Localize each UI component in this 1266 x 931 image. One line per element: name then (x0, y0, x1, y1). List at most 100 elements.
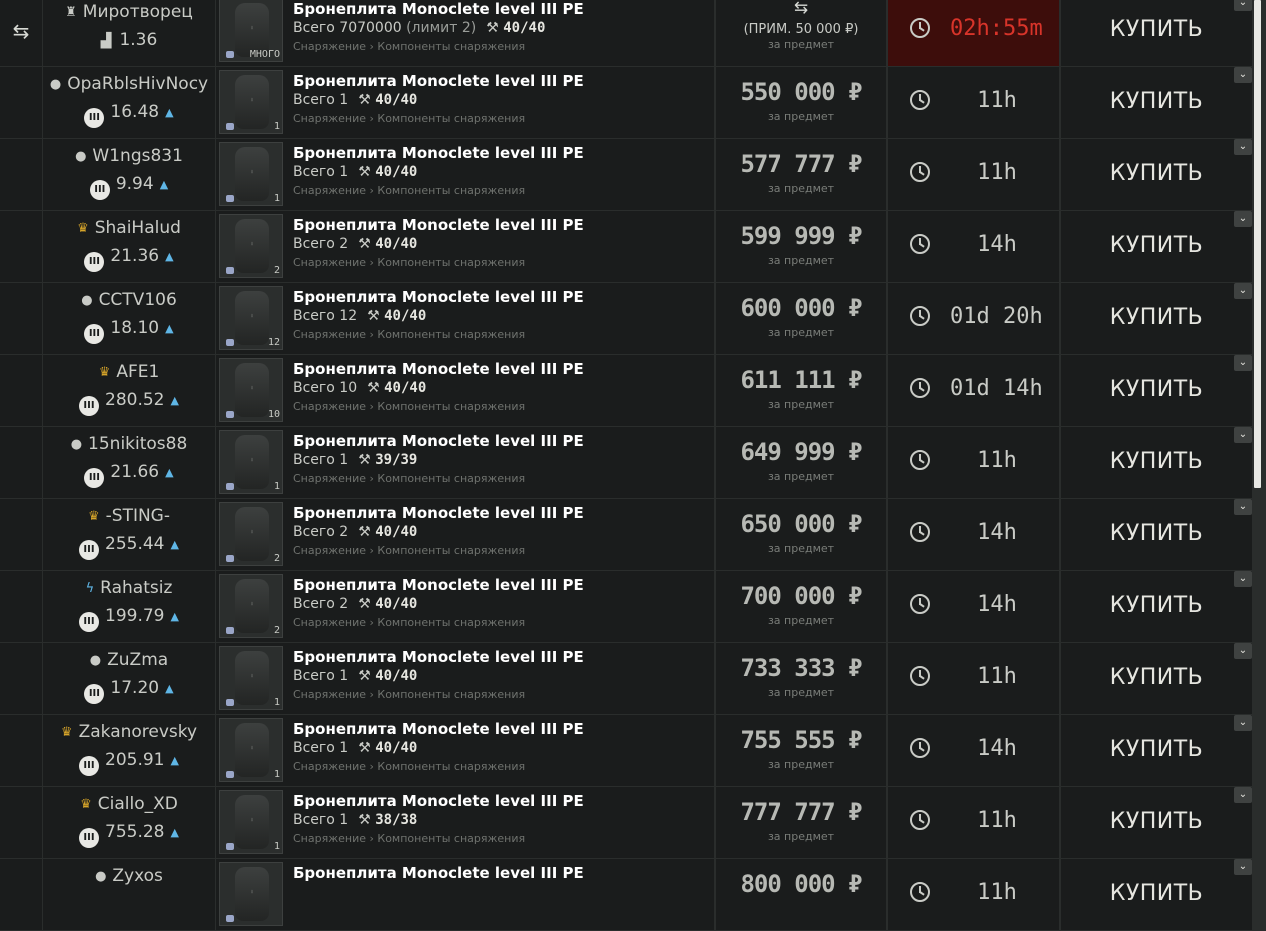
item-thumbnail[interactable]: ᛟ2 (219, 214, 283, 278)
buy-cell[interactable]: КУПИТЬ ⌄ (1061, 0, 1252, 66)
buy-cell[interactable]: КУПИТЬ ⌄ (1061, 499, 1252, 570)
item-thumbnail[interactable]: ᛟ1 (219, 790, 283, 854)
item-title[interactable]: Бронеплита Monoclete level III PE (293, 144, 584, 162)
buy-button[interactable]: КУПИТЬ (1061, 377, 1252, 402)
buy-button[interactable]: КУПИТЬ (1061, 809, 1252, 834)
buy-cell[interactable]: КУПИТЬ ⌄ (1061, 211, 1252, 282)
chevron-down-icon[interactable]: ⌄ (1234, 139, 1252, 155)
seller-name[interactable]: ♛ AFE1 (43, 362, 215, 382)
buy-button[interactable]: КУПИТЬ (1061, 665, 1252, 690)
seller-name[interactable]: ● OpaRblsHivNocy (43, 74, 215, 94)
buy-button[interactable]: КУПИТЬ (1061, 737, 1252, 762)
chevron-down-icon[interactable]: ⌄ (1234, 283, 1252, 299)
buy-cell[interactable]: КУПИТЬ ⌄ (1061, 571, 1252, 642)
seller-cell[interactable]: ● CCTV106 III 18.10 ▲ (43, 283, 215, 354)
item-cell[interactable]: ᛟ 1 Бронеплита Monoclete level III PE Всего… (216, 67, 714, 138)
seller-name[interactable]: ● CCTV106 (43, 290, 215, 310)
seller-cell[interactable]: ● OpaRblsHivNocy III 16.48 ▲ (43, 67, 215, 138)
item-cell[interactable]: ᛟ 1 Бронеплита Monoclete level III PE Всего… (216, 139, 714, 210)
seller-cell[interactable]: ♛ -STING- III 255.44 ▲ (43, 499, 215, 570)
buy-button[interactable]: КУПИТЬ (1061, 89, 1252, 114)
buy-cell[interactable]: КУПИТЬ ⌄ (1061, 427, 1252, 498)
scrollbar[interactable] (1254, 0, 1261, 488)
item-thumbnail[interactable]: ᛟ 12 (219, 286, 283, 350)
item-thumbnail[interactable]: ᛟ1 (219, 646, 283, 710)
item-title[interactable]: Бронеплита Monoclete level III PE (293, 0, 584, 18)
buy-button[interactable]: КУПИТЬ (1061, 449, 1252, 474)
item-cell[interactable]: ᛟ 1 Бронеплита Monoclete level III PE Всего… (216, 787, 714, 858)
buy-button[interactable]: КУПИТЬ (1061, 521, 1252, 546)
seller-name[interactable]: ● Zyxos (43, 866, 215, 886)
buy-cell[interactable]: КУПИТЬ ⌄ (1061, 139, 1252, 210)
item-thumbnail[interactable]: ᛟ1 (219, 430, 283, 494)
item-thumbnail[interactable]: ᛟ МНОГО (219, 0, 283, 62)
item-title[interactable]: Бронеплита Monoclete level III PE (293, 288, 584, 306)
item-thumbnail[interactable]: ᛟ 10 (219, 358, 283, 422)
item-thumbnail[interactable]: ᛟ1 (219, 718, 283, 782)
item-cell[interactable]: ᛟ 10 Бронеплита Monoclete level III PE Всег… (216, 355, 714, 426)
seller-cell[interactable]: ♛ Ciallo_XD III 755.28 ▲ (43, 787, 215, 858)
seller-name[interactable]: ϟ Rahatsiz (43, 578, 215, 598)
item-thumbnail[interactable]: ᛟ2 (219, 502, 283, 566)
chevron-down-icon[interactable]: ⌄ (1234, 787, 1252, 803)
seller-name[interactable]: ♜ Миротворец (43, 2, 215, 22)
seller-name[interactable]: ♛ Ciallo_XD (43, 794, 215, 814)
chevron-down-icon[interactable]: ⌄ (1234, 427, 1252, 443)
buy-cell[interactable]: КУПИТЬ ⌄ (1061, 787, 1252, 858)
item-cell[interactable]: ᛟ 2 Бронеплита Monoclete level III PE Всего… (216, 571, 714, 642)
chevron-down-icon[interactable]: ⌄ (1234, 355, 1252, 371)
buy-cell[interactable]: КУПИТЬ ⌄ (1061, 859, 1252, 930)
item-title[interactable]: Бронеплита Monoclete level III PE (293, 72, 584, 90)
item-thumbnail[interactable]: ᛟ (219, 862, 283, 926)
seller-cell[interactable]: ♜ Миротворец ▟ 1.36 (43, 0, 215, 66)
seller-name[interactable]: ● ZuZma (43, 650, 215, 670)
item-title[interactable]: Бронеплита Monoclete level III PE (293, 864, 584, 882)
item-cell[interactable]: ᛟ 1 Бронеплита Monoclete level III PE Всего… (216, 715, 714, 786)
seller-cell[interactable]: ♛ Zakanorevsky III 205.91 ▲ (43, 715, 215, 786)
chevron-down-icon[interactable]: ⌄ (1234, 67, 1252, 83)
item-title[interactable]: Бронеплита Monoclete level III PE (293, 576, 584, 594)
buy-button[interactable]: КУПИТЬ (1061, 593, 1252, 618)
chevron-down-icon[interactable]: ⌄ (1234, 643, 1252, 659)
item-title[interactable]: Бронеплита Monoclete level III PE (293, 504, 584, 522)
buy-cell[interactable]: КУПИТЬ ⌄ (1061, 67, 1252, 138)
buy-button[interactable]: КУПИТЬ (1061, 305, 1252, 330)
seller-name[interactable]: ♛ -STING- (43, 506, 215, 526)
item-cell[interactable]: ᛟ 12 Бронеплита Monoclete level III PE Всег… (216, 283, 714, 354)
seller-cell[interactable]: ϟ Rahatsiz III 199.79 ▲ (43, 571, 215, 642)
buy-cell[interactable]: КУПИТЬ ⌄ (1061, 643, 1252, 714)
item-cell[interactable]: ᛟ МНОГО Бронеплита Monoclete level III PE В… (216, 0, 714, 66)
item-title[interactable]: Бронеплита Monoclete level III PE (293, 792, 584, 810)
chevron-down-icon[interactable]: ⌄ (1234, 571, 1252, 587)
buy-button[interactable]: КУПИТЬ (1061, 161, 1252, 186)
item-cell[interactable]: ᛟ 2 Бронеплита Monoclete level III PE Всего… (216, 499, 714, 570)
item-title[interactable]: Бронеплита Monoclete level III PE (293, 432, 584, 450)
seller-cell[interactable]: ● 15nikitos88 III 21.66 ▲ (43, 427, 215, 498)
buy-cell[interactable]: КУПИТЬ ⌄ (1061, 715, 1252, 786)
item-title[interactable]: Бронеплита Monoclete level III PE (293, 360, 584, 378)
seller-cell[interactable]: ● ZuZma III 17.20 ▲ (43, 643, 215, 714)
buy-button[interactable]: КУПИТЬ (1061, 17, 1252, 42)
item-cell[interactable]: ᛟ 1 Бронеплита Monoclete level III PE Всего… (216, 643, 714, 714)
seller-cell[interactable]: ● W1ngs831 III 9.94 ▲ (43, 139, 215, 210)
chevron-down-icon[interactable]: ⌄ (1234, 0, 1252, 11)
seller-name[interactable]: ● W1ngs831 (43, 146, 215, 166)
seller-cell[interactable]: ♛ AFE1 III 280.52 ▲ (43, 355, 215, 426)
item-thumbnail[interactable]: ᛟ2 (219, 574, 283, 638)
chevron-down-icon[interactable]: ⌄ (1234, 859, 1252, 875)
item-cell[interactable]: ᛟ Бронеплита Monoclete level III PE (216, 859, 714, 930)
seller-cell[interactable]: ♛ ShaiHalud III 21.36 ▲ (43, 211, 215, 282)
buy-cell[interactable]: КУПИТЬ ⌄ (1061, 355, 1252, 426)
item-thumbnail[interactable]: ᛟ1 (219, 142, 283, 206)
seller-cell[interactable]: ● Zyxos (43, 859, 215, 930)
chevron-down-icon[interactable]: ⌄ (1234, 211, 1252, 227)
item-cell[interactable]: ᛟ 2 Бронеплита Monoclete level III PE Всего… (216, 211, 714, 282)
buy-button[interactable]: КУПИТЬ (1061, 881, 1252, 906)
seller-name[interactable]: ♛ ShaiHalud (43, 218, 215, 238)
item-title[interactable]: Бронеплита Monoclete level III PE (293, 720, 584, 738)
seller-name[interactable]: ♛ Zakanorevsky (43, 722, 215, 742)
buy-button[interactable]: КУПИТЬ (1061, 233, 1252, 258)
item-title[interactable]: Бронеплита Monoclete level III PE (293, 216, 584, 234)
item-title[interactable]: Бронеплита Monoclete level III PE (293, 648, 584, 666)
buy-cell[interactable]: КУПИТЬ ⌄ (1061, 283, 1252, 354)
